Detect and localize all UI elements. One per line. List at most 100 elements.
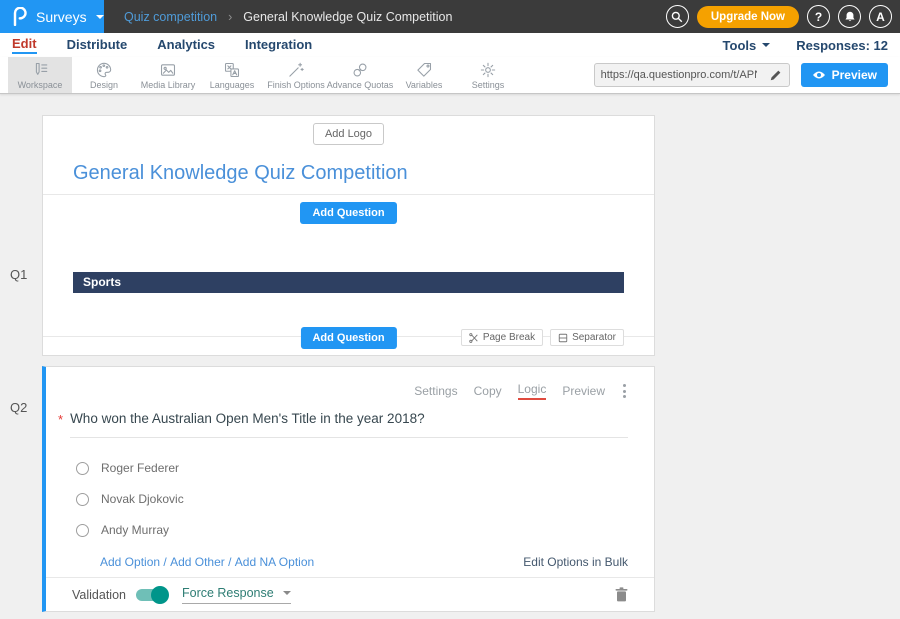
question-text-row: * Who won the Australian Open Men's Titl… xyxy=(58,411,628,438)
surveys-menu[interactable]: Surveys xyxy=(0,0,104,33)
pencil-icon xyxy=(770,70,781,81)
preview-button[interactable]: Preview xyxy=(801,63,888,87)
separator-label: Separator xyxy=(572,332,616,343)
add-option-link[interactable]: Add Option xyxy=(100,555,160,569)
toolbar-item-label: Variables xyxy=(406,80,443,90)
chevron-down-icon xyxy=(283,591,291,595)
question-settings-link[interactable]: Settings xyxy=(414,384,457,398)
question-card-q2: Settings Copy Logic Preview * Who won th… xyxy=(42,366,655,612)
answer-option-row: Novak Djokovic xyxy=(76,492,654,506)
add-question-button-bottom[interactable]: Add Question xyxy=(300,327,396,349)
breadcrumb-survey-name: General Knowledge Quiz Competition xyxy=(243,10,452,24)
radio-button[interactable] xyxy=(76,493,89,506)
validation-toggle[interactable] xyxy=(136,589,166,601)
tab-analytics[interactable]: Analytics xyxy=(157,37,215,53)
top-navbar: Surveys Quiz competition › General Knowl… xyxy=(0,0,900,33)
separator-button[interactable]: Separator xyxy=(550,329,624,346)
scissors-icon xyxy=(469,333,479,343)
delete-question-button[interactable] xyxy=(615,587,628,602)
survey-editor-page: Surveys Quiz competition › General Knowl… xyxy=(0,0,900,619)
search-button[interactable] xyxy=(666,5,689,28)
upgrade-now-button[interactable]: Upgrade Now xyxy=(697,6,799,28)
survey-url-box xyxy=(594,63,790,87)
question-text-input[interactable]: Who won the Australian Open Men's Title … xyxy=(70,411,628,438)
tag-icon xyxy=(415,61,433,79)
add-other-link[interactable]: Add Other xyxy=(170,555,225,569)
design-palette-icon xyxy=(95,61,113,79)
toolbar-item-advance-quotas[interactable]: Advance Quotas xyxy=(328,57,392,93)
tab-edit[interactable]: Edit xyxy=(12,36,37,54)
add-na-option-link[interactable]: Add NA Option xyxy=(235,555,314,569)
edit-url-button[interactable] xyxy=(763,64,789,86)
answer-option-row: Andy Murray xyxy=(76,523,654,537)
chevron-down-icon xyxy=(96,15,104,19)
answer-option-label[interactable]: Roger Federer xyxy=(101,461,179,475)
toolbar-item-label: Languages xyxy=(210,80,255,90)
radio-button[interactable] xyxy=(76,462,89,475)
navbar-actions: Upgrade Now ? A xyxy=(666,5,900,28)
magic-wand-icon xyxy=(287,61,305,79)
gear-icon xyxy=(479,61,497,79)
add-logo-button[interactable]: Add Logo xyxy=(313,123,384,145)
toolbar-item-variables[interactable]: Variables xyxy=(392,57,456,93)
question-text: Who won the Australian Open Men's Title … xyxy=(70,411,425,426)
required-asterisk: * xyxy=(58,411,63,438)
account-avatar[interactable]: A xyxy=(869,5,892,28)
question-footer: Validation Force Response xyxy=(46,577,654,611)
question-copy-link[interactable]: Copy xyxy=(474,384,502,398)
trash-icon xyxy=(615,587,628,602)
breadcrumb-folder[interactable]: Quiz competition xyxy=(124,10,217,24)
edit-options-in-bulk-link[interactable]: Edit Options in Bulk xyxy=(523,555,628,569)
add-question-button-top[interactable]: Add Question xyxy=(300,202,396,224)
answer-option-row: Roger Federer xyxy=(76,461,654,475)
toolbar-item-languages[interactable]: Languages xyxy=(200,57,264,93)
help-button[interactable]: ? xyxy=(807,5,830,28)
toolbar-item-design[interactable]: Design xyxy=(72,57,136,93)
radio-button[interactable] xyxy=(76,524,89,537)
eye-icon xyxy=(812,70,826,80)
section-header-q1[interactable]: Sports xyxy=(73,272,624,293)
option-links-row: Add Option / Add Other / Add NA Option E… xyxy=(100,555,628,569)
survey-title[interactable]: General Knowledge Quiz Competition xyxy=(73,162,624,185)
toolbar-item-settings[interactable]: Settings xyxy=(456,57,520,93)
search-icon xyxy=(671,11,683,23)
answer-option-label[interactable]: Andy Murray xyxy=(101,523,169,537)
bell-icon xyxy=(844,10,856,23)
force-response-label: Force Response xyxy=(182,586,274,600)
survey-url-input[interactable] xyxy=(595,69,763,81)
notifications-button[interactable] xyxy=(838,5,861,28)
toolbar-item-media-library[interactable]: Media Library xyxy=(136,57,200,93)
section-tabbar: Edit Distribute Analytics Integration To… xyxy=(0,33,900,57)
force-response-dropdown[interactable]: Force Response xyxy=(182,586,291,604)
validation-label: Validation xyxy=(72,588,126,602)
tabbar-right: Tools Responses: 12 xyxy=(723,38,888,53)
toolbar-item-finish-options[interactable]: Finish Options xyxy=(264,57,328,93)
tab-integration[interactable]: Integration xyxy=(245,37,312,53)
links-separator: / xyxy=(160,555,170,569)
workspace-icon xyxy=(31,61,49,79)
avatar-letter: A xyxy=(876,10,885,24)
toolbar-right: Preview xyxy=(594,57,900,93)
tab-distribute[interactable]: Distribute xyxy=(67,37,128,53)
survey-header-card: Add Logo General Knowledge Quiz Competit… xyxy=(42,115,655,356)
preview-button-label: Preview xyxy=(832,68,877,82)
question-preview-link[interactable]: Preview xyxy=(562,384,605,398)
question-mark-icon: ? xyxy=(815,10,822,24)
answer-option-label[interactable]: Novak Djokovic xyxy=(101,492,184,506)
toolbar-item-label: Advance Quotas xyxy=(327,80,394,90)
toolbar-item-label: Workspace xyxy=(18,80,63,90)
question-menu: Settings Copy Logic Preview xyxy=(46,367,654,400)
responses-count[interactable]: Responses: 12 xyxy=(796,38,888,53)
tools-dropdown[interactable]: Tools xyxy=(723,38,771,53)
question-logic-link[interactable]: Logic xyxy=(518,382,547,400)
editor-toolbar: Workspace Design Media Library Languages… xyxy=(0,57,900,94)
languages-icon xyxy=(223,61,241,79)
toolbar-item-workspace[interactable]: Workspace xyxy=(8,57,72,93)
page-break-button[interactable]: Page Break xyxy=(461,329,543,346)
media-library-icon xyxy=(159,61,177,79)
kebab-menu-icon[interactable] xyxy=(621,382,628,399)
answer-options: Roger Federer Novak Djokovic Andy Murray xyxy=(46,461,654,537)
question-number-q2: Q2 xyxy=(10,400,27,415)
toggle-knob xyxy=(151,586,169,604)
breadcrumb: Quiz competition › General Knowledge Qui… xyxy=(124,10,452,24)
